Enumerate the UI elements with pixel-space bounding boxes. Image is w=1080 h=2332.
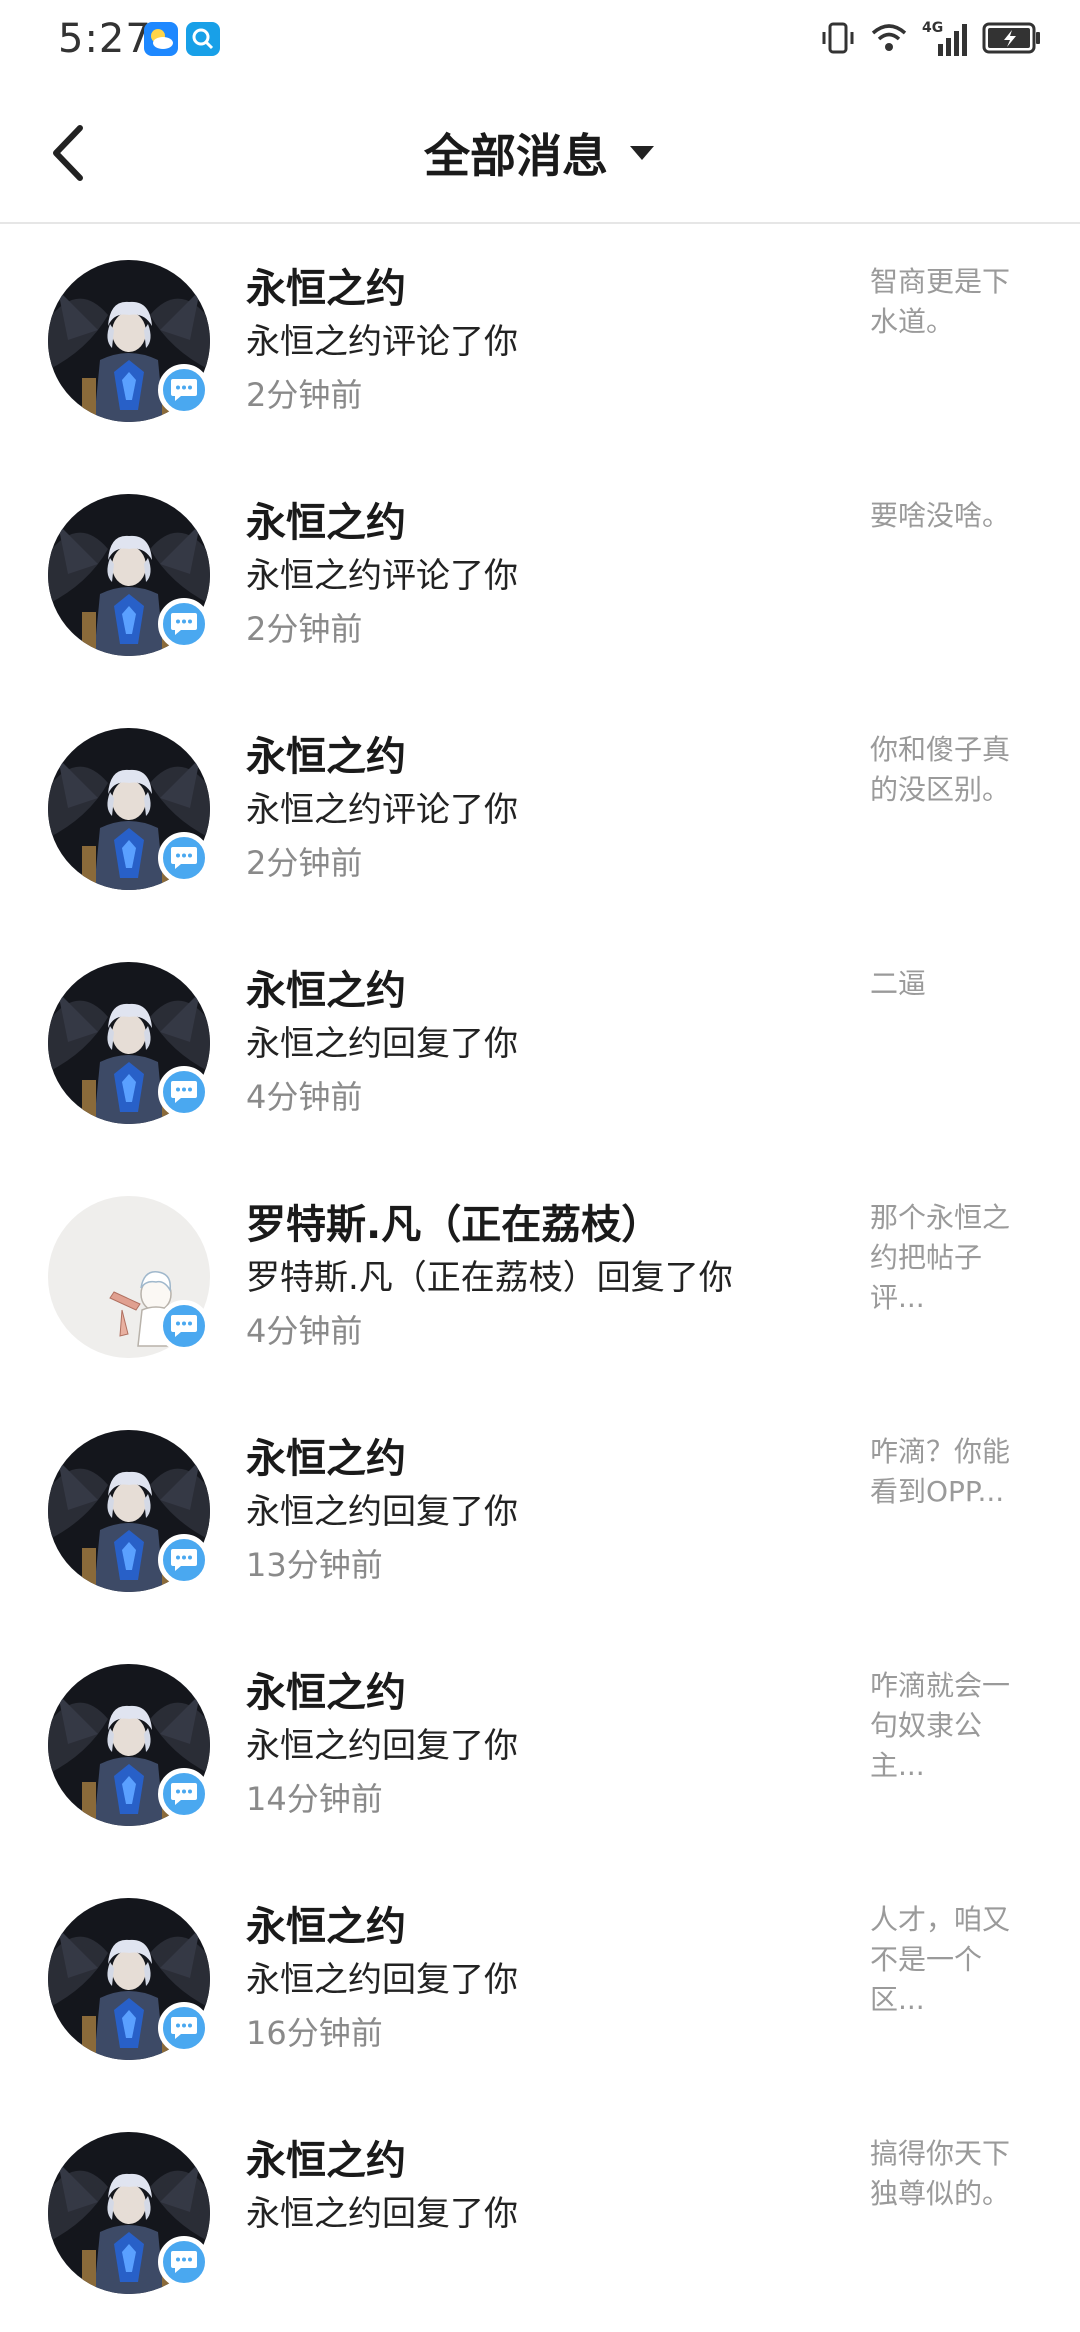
message-time: 4分钟前 [246,1078,363,1116]
comment-icon [171,613,197,635]
avatar[interactable] [48,1196,210,1358]
comment-icon [171,1783,197,1805]
comment-badge [158,1300,210,1352]
message-item[interactable]: 永恒之约永恒之约评论了你 2分钟前 智商更是下水道。 [0,226,1080,460]
message-preview: 搞得你天下独尊似的。 [870,2137,1011,2210]
comment-icon [171,2017,197,2039]
comment-badge [158,832,210,884]
message-item[interactable]: 永恒之约永恒之约评论了你 2分钟前 要啥没啥。 [0,460,1080,694]
message-time: 16分钟前 [246,2014,383,2052]
status-bar: 5:27 4G [0,0,1080,80]
avatar[interactable] [48,962,210,1124]
message-item[interactable]: 永恒之约永恒之约评论了你 2分钟前 你和傻子真的没区别。 [0,694,1080,928]
sender-name[interactable]: 永恒之约 [246,1426,406,1484]
message-time: 13分钟前 [246,1546,383,1584]
status-indicators: 4G [820,18,1042,62]
message-action: 永恒之约评论了你 [246,322,518,362]
comment-badge [158,364,210,416]
page-title: 全部消息 [424,129,608,183]
comment-badge [158,1066,210,1118]
title-dropdown[interactable]: 全部消息 [0,120,1080,186]
signal-icon: 4G [922,20,968,58]
sender-name[interactable]: 永恒之约 [246,256,406,314]
comment-icon [171,2251,197,2273]
comment-badge [158,2002,210,2054]
message-action: 永恒之约回复了你 [246,1960,518,2000]
comment-icon [171,1081,197,1103]
message-item[interactable]: 永恒之约永恒之约回复了你 14分钟前 咋滴就会一句奴隶公主... [0,1630,1080,1864]
message-action: 永恒之约评论了你 [246,556,518,596]
sender-name[interactable]: 永恒之约 [246,958,406,1016]
search-app-icon [186,22,220,56]
sender-name[interactable]: 罗特斯.凡（正在荔枝） [246,1192,661,1250]
message-preview: 你和傻子真的没区别。 [870,733,1011,806]
comment-icon [171,1315,197,1337]
battery-icon [982,21,1042,59]
avatar[interactable] [48,1898,210,2060]
vibrate-icon [820,20,856,60]
message-preview: 咋滴？你能看到OPP... [870,1435,1011,1508]
header: 全部消息 [0,80,1080,224]
message-item[interactable]: 永恒之约永恒之约回复了你 13分钟前 咋滴？你能看到OPP... [0,1396,1080,1630]
message-action: 永恒之约回复了你 [246,2194,518,2234]
message-item[interactable]: 罗特斯.凡（正在荔枝） 罗特斯.凡（正在荔枝）回复了你 4分钟前 那个永恒之约把帖子评… [0,1162,1080,1396]
message-preview: 那个永恒之约把帖子评... [870,1201,1011,1314]
message-preview: 要啥没啥。 [870,499,1011,532]
message-action: 永恒之约回复了你 [246,1726,518,1766]
message-item[interactable]: 永恒之约永恒之约回复了你 4分钟前 二逼 [0,928,1080,1162]
message-action: 永恒之约回复了你 [246,1492,518,1532]
caret-down-icon [630,146,654,160]
message-time: 2分钟前 [246,610,363,648]
avatar[interactable] [48,1664,210,1826]
message-item[interactable]: 永恒之约永恒之约回复了你 搞得你天下独尊似的。 [0,2098,1080,2332]
comment-badge [158,1534,210,1586]
message-time: 14分钟前 [246,1780,383,1818]
message-time: 4分钟前 [246,1312,363,1350]
avatar[interactable] [48,260,210,422]
message-list: 永恒之约 永恒之约评论了你 2分钟前 智商更是下水道。 永恒之约 永恒之约评论了你 2分钟前… [0,226,1080,2332]
message-time: 2分钟前 [246,844,363,882]
message-preview: 二逼 [870,967,927,1000]
comment-badge [158,1768,210,1820]
avatar[interactable] [48,1430,210,1592]
sender-name[interactable]: 永恒之约 [246,1660,406,1718]
message-preview: 智商更是下水道。 [870,265,1011,338]
message-preview: 咋滴就会一句奴隶公主... [870,1669,1011,1782]
sender-name[interactable]: 永恒之约 [246,2128,406,2186]
sender-name[interactable]: 永恒之约 [246,490,406,548]
sender-name[interactable]: 永恒之约 [246,1894,406,1952]
message-time: 2分钟前 [246,376,363,414]
comment-icon [171,847,197,869]
message-preview: 人才，咱又不是一个区... [870,1903,1011,2016]
avatar[interactable] [48,494,210,656]
status-time: 5:27 [58,16,152,62]
message-action: 永恒之约评论了你 [246,790,518,830]
comment-icon [171,379,197,401]
message-action: 罗特斯.凡（正在荔枝）回复了你 [246,1258,733,1298]
message-action: 永恒之约回复了你 [246,1024,518,1064]
weather-app-icon [144,22,178,56]
message-item[interactable]: 永恒之约永恒之约回复了你 16分钟前 人才，咱又不是一个区... [0,1864,1080,2098]
sender-name[interactable]: 永恒之约 [246,724,406,782]
wifi-icon [870,21,908,59]
avatar[interactable] [48,728,210,890]
comment-icon [171,1549,197,1571]
comment-badge [158,598,210,650]
avatar[interactable] [48,2132,210,2294]
